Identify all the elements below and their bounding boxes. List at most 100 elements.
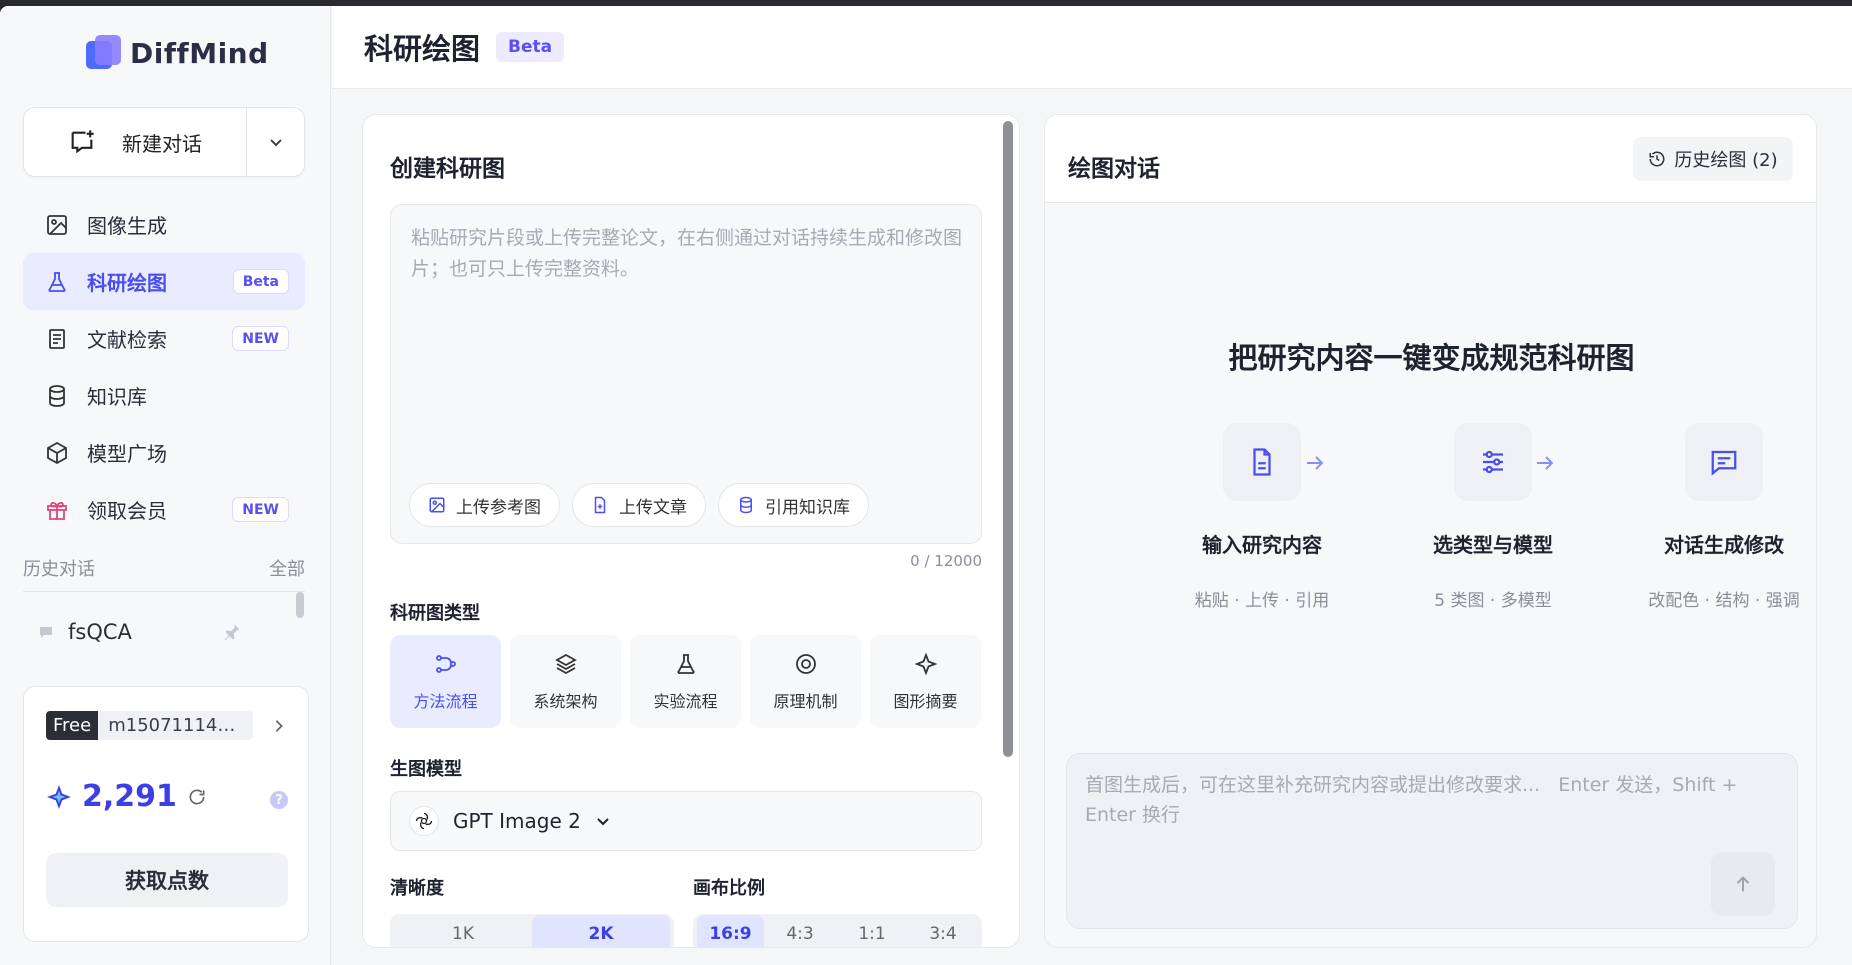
arrow-right-icon	[1537, 456, 1554, 470]
ratio-1-1[interactable]: 1:1	[836, 915, 908, 947]
sidebar-item-membership[interactable]: 领取会员 NEW	[23, 481, 305, 538]
type-method-flow[interactable]: 方法流程	[390, 635, 501, 728]
chat-panel-title: 绘图对话	[1068, 156, 1160, 182]
history-item-label: fsQCA	[68, 620, 132, 644]
sidebar-item-literature-search[interactable]: 文献检索 NEW	[23, 310, 305, 367]
chat-panel-header: 绘图对话 历史绘图 (2)	[1045, 115, 1816, 203]
figure-type-label: 科研图类型	[390, 603, 480, 624]
type-experiment-flow[interactable]: 实验流程	[630, 635, 741, 728]
points-display: 2,291	[46, 779, 207, 814]
history-header: 历史对话 全部	[23, 555, 305, 581]
sidebar-item-label: 文献检索	[87, 328, 167, 352]
button-label: 历史绘图 (2)	[1674, 150, 1778, 171]
new-chat-control: 新建对话	[23, 107, 305, 177]
openai-logo-icon	[409, 806, 439, 836]
ratio-4-3[interactable]: 4:3	[764, 915, 836, 947]
upload-tools: 上传参考图 上传文章 引用知识库	[409, 483, 869, 527]
app-window: DiffMind 新建对话 图像生成 科研绘图 Beta 文献检索 NEW 知识…	[0, 6, 1852, 965]
type-mechanism[interactable]: 原理机制	[750, 635, 861, 728]
flask-icon	[48, 271, 66, 292]
chat-bubble-icon	[40, 627, 52, 638]
file-icon	[1223, 423, 1301, 501]
sidebar-item-label: 图像生成	[87, 214, 167, 238]
create-panel: 创建科研图 上传参考图 上传文章 引用知识库 0 / 12000 科研图类型	[362, 114, 1020, 948]
ratio-segmented: 16:9 4:3 1:1 3:4	[693, 914, 982, 947]
sidebar: DiffMind 新建对话 图像生成 科研绘图 Beta 文献检索 NEW 知识…	[0, 6, 331, 965]
resolution-2k[interactable]: 2K	[532, 915, 670, 947]
resolution-segmented: 1K 2K	[390, 914, 674, 947]
message-icon	[1685, 423, 1763, 501]
get-points-button[interactable]: 获取点数	[46, 853, 288, 907]
history-all-link[interactable]: 全部	[269, 555, 305, 581]
database-icon	[49, 384, 65, 407]
brand-logo[interactable]: DiffMind	[86, 32, 269, 74]
new-badge: NEW	[232, 326, 289, 351]
upload-reference-image-button[interactable]: 上传参考图	[409, 483, 560, 527]
type-graphical-abstract[interactable]: 图形摘要	[870, 635, 981, 728]
ratio-16-9[interactable]: 16:9	[697, 915, 764, 947]
history-icon	[1649, 151, 1665, 167]
figure-type-options: 方法流程 系统架构 实验流程 原理机制 图形摘要	[390, 635, 981, 728]
sidebar-item-research-drawing[interactable]: 科研绘图 Beta	[23, 253, 305, 310]
step-subtitle: 改配色 · 结构 · 强调	[1648, 591, 1800, 611]
target-icon	[795, 653, 816, 674]
resolution-1k[interactable]: 1K	[394, 915, 532, 947]
arrow-right-icon	[1307, 456, 1324, 470]
type-label: 原理机制	[773, 691, 838, 711]
arrow-up-icon	[1736, 876, 1750, 892]
chevron-right-icon[interactable]	[272, 719, 286, 733]
account-row[interactable]: Free m15071114570...	[46, 711, 254, 740]
step-subtitle: 粘贴 · 上传 · 引用	[1194, 591, 1330, 611]
image-icon	[429, 497, 445, 513]
type-label: 图形摘要	[893, 691, 958, 711]
plan-badge: Free	[46, 711, 99, 740]
button-label: 上传文章	[619, 497, 687, 518]
cite-knowledge-base-button[interactable]: 引用知识库	[718, 483, 869, 527]
flow-icon	[435, 654, 456, 673]
help-icon[interactable]: ?	[270, 791, 288, 809]
sparkle-icon	[913, 651, 938, 676]
hero-heading: 把研究内容一键变成规范科研图	[1228, 341, 1635, 375]
history-scrollbar[interactable]	[296, 592, 304, 618]
step-generate: 对话生成修改 改配色 · 结构 · 强调	[1629, 423, 1816, 611]
flask-icon	[677, 653, 694, 674]
history-item[interactable]: fsQCA	[38, 614, 248, 650]
research-content-input[interactable]	[411, 223, 966, 443]
type-system-architecture[interactable]: 系统架构	[510, 635, 621, 728]
upload-article-button[interactable]: 上传文章	[572, 483, 706, 527]
drawing-history-button[interactable]: 历史绘图 (2)	[1633, 137, 1793, 181]
chat-input[interactable]	[1085, 770, 1775, 850]
sidebar-item-image-generation[interactable]: 图像生成	[23, 196, 305, 253]
database-icon	[740, 496, 752, 514]
beta-badge: Beta	[232, 269, 289, 294]
pin-icon[interactable]	[222, 622, 242, 642]
panel-scrollbar[interactable]	[1003, 121, 1013, 757]
user-id: m15071114570...	[98, 711, 254, 740]
chat-panel: 绘图对话 历史绘图 (2) 把研究内容一键变成规范科研图 输入研究内容 粘贴 ·…	[1044, 114, 1817, 948]
new-chat-button[interactable]: 新建对话	[24, 108, 246, 176]
brand-name: DiffMind	[130, 36, 269, 70]
new-chat-dropdown[interactable]	[246, 108, 304, 176]
new-badge: NEW	[232, 497, 289, 522]
ratio-3-4[interactable]: 3:4	[908, 915, 978, 947]
file-plus-icon	[594, 496, 606, 514]
ratio-label: 画布比例	[693, 878, 765, 899]
button-label: 上传参考图	[456, 497, 541, 518]
resolution-label: 清晰度	[390, 878, 444, 899]
button-label: 引用知识库	[765, 497, 850, 518]
step-title: 对话生成修改	[1664, 533, 1784, 557]
refresh-icon[interactable]	[187, 787, 207, 807]
sidebar-item-model-plaza[interactable]: 模型广场	[23, 424, 305, 481]
workflow-steps: 输入研究内容 粘贴 · 上传 · 引用 选类型与模型 5 类图 · 多模型 对话…	[1045, 423, 1816, 623]
create-panel-title: 创建科研图	[390, 156, 505, 182]
layers-icon	[554, 653, 577, 674]
sidebar-item-knowledge-base[interactable]: 知识库	[23, 367, 305, 424]
send-button[interactable]	[1711, 852, 1775, 916]
model-select[interactable]: GPT Image 2	[390, 791, 982, 851]
step-title: 选类型与模型	[1433, 533, 1553, 557]
sidebar-item-label: 领取会员	[87, 499, 167, 523]
history-title: 历史对话	[23, 559, 95, 580]
divider	[23, 591, 305, 592]
account-card: Free m15071114570... 2,291 ? 获取点数	[23, 686, 309, 942]
chevron-down-icon	[597, 818, 609, 826]
